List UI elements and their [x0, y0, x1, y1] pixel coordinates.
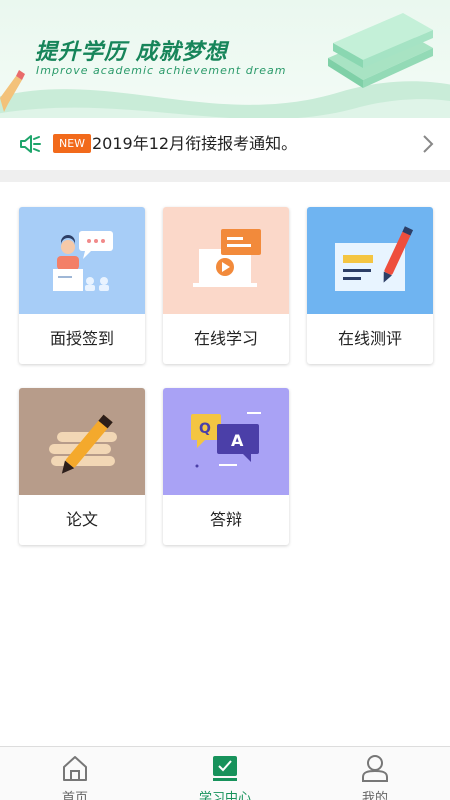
tab-study-center[interactable]: 学习中心: [150, 747, 300, 800]
tab-home[interactable]: 首页: [0, 747, 150, 800]
books-icon: [328, 13, 433, 88]
tab-mine-label: 我的: [361, 791, 388, 800]
section-divider: [0, 170, 450, 182]
header-banner[interactable]: 提升学历 成就梦想 Improve academic achievement d…: [0, 0, 450, 118]
banner-title: 提升学历 成就梦想: [35, 40, 228, 65]
banner-subtitle: Improve academic achievement dream: [36, 64, 287, 77]
bottom-tab-bar: 首页 学习中心 我的: [0, 746, 450, 800]
module-card-online-test[interactable]: 在线测评: [307, 207, 433, 364]
pen-paper-icon: [307, 207, 433, 314]
study-icon: [213, 756, 237, 781]
module-card-online-study[interactable]: 在线学习: [163, 207, 289, 364]
module-card-thesis[interactable]: 论文: [19, 388, 145, 545]
speaker-icon: [20, 135, 41, 153]
module-label: 在线学习: [193, 329, 258, 348]
chevron-right-icon[interactable]: [418, 132, 438, 156]
tab-home-label: 首页: [61, 791, 88, 800]
module-label: 面授签到: [49, 329, 114, 348]
module-card-face-sign[interactable]: 面授签到: [19, 207, 145, 364]
classroom-teacher-icon: [19, 207, 145, 314]
new-badge: NEW: [53, 134, 92, 153]
books-pencil-icon: [19, 388, 145, 495]
qa-bubble-icon: Q A: [163, 388, 289, 495]
tab-study-center-label: 学习中心: [198, 791, 251, 800]
module-label: 在线测评: [337, 329, 402, 348]
notice-text[interactable]: 2019年12月衔接报考通知。: [92, 132, 297, 156]
user-icon: [362, 755, 388, 782]
pencil-decoration-icon: [0, 70, 25, 112]
module-label: 论文: [65, 510, 98, 529]
video-play-icon: [163, 207, 289, 314]
home-icon: [63, 756, 87, 781]
tab-mine[interactable]: 我的: [300, 747, 450, 800]
svg-text:A: A: [231, 431, 244, 450]
notice-bar[interactable]: NEW 2019年12月衔接报考通知。: [0, 118, 450, 170]
svg-text:Q: Q: [199, 421, 211, 437]
module-card-defense[interactable]: Q A 答辩: [163, 388, 289, 545]
module-label: 答辩: [209, 510, 242, 529]
